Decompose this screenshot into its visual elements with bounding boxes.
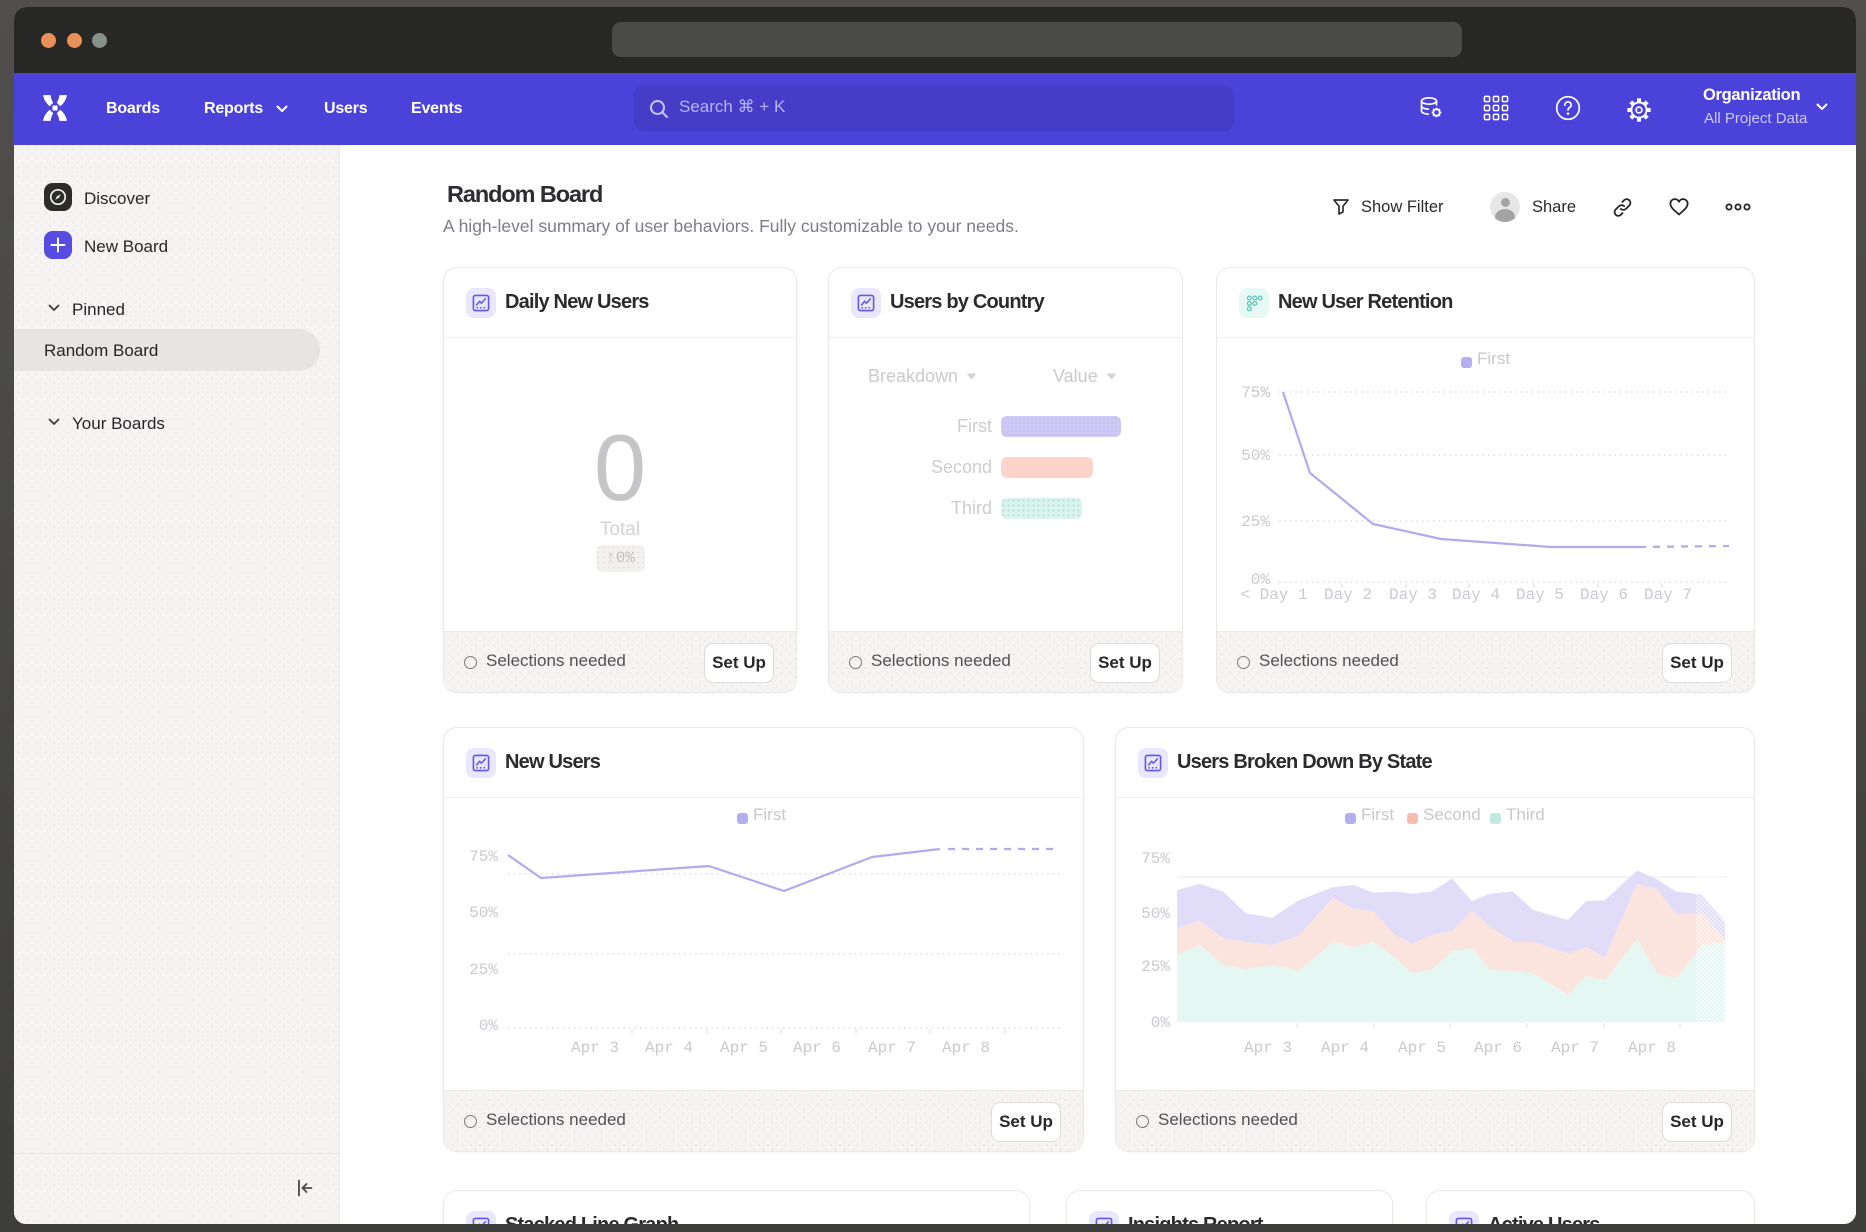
svg-text:Apr 7: Apr 7 [1551,1039,1599,1057]
svg-text:Day 2: Day 2 [1324,586,1372,604]
svg-text:50%: 50% [1241,447,1270,465]
svg-text:Apr 4: Apr 4 [1321,1039,1369,1057]
svg-text:Apr 8: Apr 8 [942,1039,990,1057]
svg-text:50%: 50% [1141,905,1170,923]
svg-text:Apr 6: Apr 6 [793,1039,841,1057]
svg-text:75%: 75% [469,848,498,866]
svg-text:50%: 50% [469,904,498,922]
svg-text:Apr 6: Apr 6 [1474,1039,1522,1057]
svg-text:75%: 75% [1141,850,1170,868]
svg-text:75%: 75% [1241,384,1270,402]
svg-text:Day 5: Day 5 [1516,586,1564,604]
svg-text:Apr 5: Apr 5 [1398,1039,1446,1057]
svg-text:Apr 8: Apr 8 [1628,1039,1676,1057]
svg-text:25%: 25% [1241,513,1270,531]
svg-text:0%: 0% [1151,1014,1171,1032]
svg-text:Apr 4: Apr 4 [645,1039,693,1057]
svg-text:Day 7: Day 7 [1644,586,1692,604]
svg-text:Day 3: Day 3 [1389,586,1437,604]
svg-text:Apr 3: Apr 3 [1244,1039,1292,1057]
svg-text:25%: 25% [469,961,498,979]
svg-text:0%: 0% [479,1017,499,1035]
svg-text:Apr 3: Apr 3 [571,1039,619,1057]
svg-text:25%: 25% [1141,958,1170,976]
svg-text:Day 6: Day 6 [1580,586,1628,604]
svg-text:Apr 5: Apr 5 [720,1039,768,1057]
svg-text:< Day 1: < Day 1 [1240,586,1307,604]
svg-text:Apr 7: Apr 7 [868,1039,916,1057]
svg-text:Day 4: Day 4 [1452,586,1500,604]
